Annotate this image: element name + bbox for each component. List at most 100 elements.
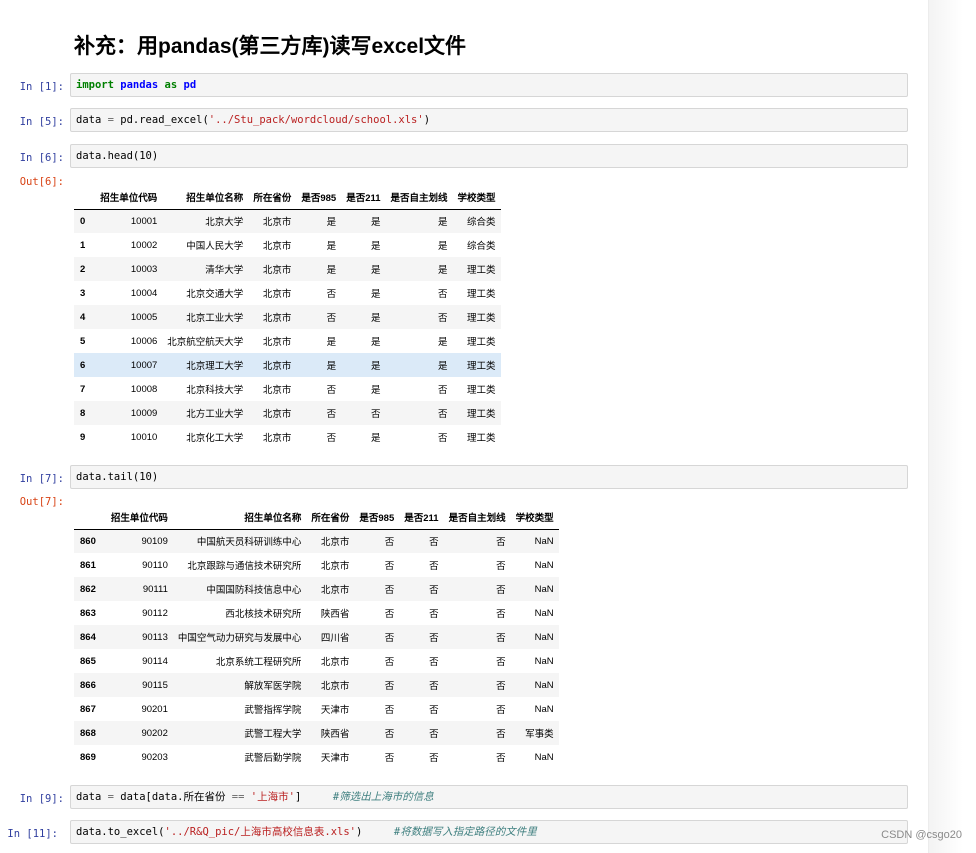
table-cell: 否 xyxy=(384,537,395,549)
code-token: pandas xyxy=(120,79,159,91)
table-cell: 理工类 xyxy=(467,289,496,300)
column-header: 招生单位名称 xyxy=(172,506,307,530)
code-token: import xyxy=(76,79,114,91)
table-cell: 是 xyxy=(438,265,448,276)
table-cell: 武警工程大学 xyxy=(244,729,302,740)
column-header: 学校类型 xyxy=(452,186,501,210)
table-cell: 否 xyxy=(438,289,448,300)
table-cell: 90115 xyxy=(142,679,168,691)
table-cell: 否 xyxy=(429,753,439,764)
table-cell: 北京市 xyxy=(262,241,292,252)
table-row: 8 10009 北方工业大学 北京市 否 否 否 理工类 xyxy=(74,401,501,425)
input-prompt: In [11]: xyxy=(7,828,58,840)
table-cell: 中国航天员科研训练中心 xyxy=(196,537,302,549)
table-cell: 否 xyxy=(429,561,439,572)
table-row: 864 90113 中国空气动力研究与发展中心 四川省 否 否 否 NaN xyxy=(74,625,559,649)
table-cell: 是 xyxy=(438,217,448,229)
table-cell: 否 xyxy=(496,561,506,572)
code-cell-3[interactable]: data.head(10) xyxy=(70,144,908,168)
code-token: data.head(10) xyxy=(76,150,159,162)
table-cell: 军事类 xyxy=(525,729,554,740)
row-index: 3 xyxy=(80,287,86,299)
table-row: 4 10005 北京工业大学 北京市 否 是 否 理工类 xyxy=(74,305,501,329)
table-row: 5 10006 北京航空航天大学 北京市 是 是 是 理工类 xyxy=(74,329,501,353)
output-prompt: Out[6]: xyxy=(19,176,64,188)
table-cell: 西北核技术研究所 xyxy=(225,609,302,620)
table-cell: 北京跟踪与通信技术研究所 xyxy=(187,561,302,572)
code-cell-6[interactable]: data.to_excel('../R&Q_pic/上海市高校信息表.xls')… xyxy=(70,820,908,844)
table-cell: 否 xyxy=(438,385,448,396)
table-cell: 10005 xyxy=(130,311,158,323)
table-cell: 90114 xyxy=(142,655,168,667)
table-cell: 北京交通大学 xyxy=(186,289,244,300)
code-cell-5[interactable]: data = data[data.所在省份 == '上海市'] #筛选出上海市的… xyxy=(70,785,908,809)
table-cell: 北京市 xyxy=(262,337,292,348)
csdn-watermark: CSDN @csgo20 xyxy=(881,829,962,841)
table-cell: 是 xyxy=(326,265,337,276)
table-cell: 10001 xyxy=(130,215,158,227)
table-row: 9 10010 北京化工大学 北京市 否 是 否 理工类 xyxy=(74,425,501,449)
table-cell: 否 xyxy=(429,633,439,644)
column-header: 是否985 xyxy=(354,506,400,530)
table-cell: 北京系统工程研究所 xyxy=(215,657,302,668)
table-row: 869 90203 武警后勤学院 天津市 否 否 否 NaN xyxy=(74,745,559,769)
table-cell: 10009 xyxy=(130,407,158,419)
table-cell: 是 xyxy=(371,313,381,324)
code-cell-2[interactable]: data = pd.read_excel('../Stu_pack/wordcl… xyxy=(70,108,908,132)
table-cell: NaN xyxy=(534,631,554,643)
table-cell: NaN xyxy=(534,679,554,691)
code-token: '../Stu_pack/wordcloud/school.xls' xyxy=(208,114,424,126)
table-cell: 北京化工大学 xyxy=(186,433,244,444)
code-token: ] xyxy=(294,791,333,803)
table-cell: 理工类 xyxy=(467,385,496,396)
row-index: 862 xyxy=(80,583,96,595)
table-row: 866 90115 解放军医学院 北京市 否 否 否 NaN xyxy=(74,673,559,697)
table-cell: 否 xyxy=(384,633,395,644)
column-header xyxy=(74,186,91,210)
table-cell: 90202 xyxy=(141,727,168,739)
table-cell: 否 xyxy=(384,585,395,596)
table-cell: 否 xyxy=(429,585,439,596)
table-cell: 否 xyxy=(384,753,395,764)
table-cell: 武警指挥学院 xyxy=(244,705,302,716)
table-cell: 否 xyxy=(496,633,506,644)
table-cell: 武警后勤学院 xyxy=(244,753,302,764)
table-cell: 否 xyxy=(496,585,506,596)
table-cell: 北京市 xyxy=(320,585,350,596)
table-cell: 否 xyxy=(326,409,337,420)
row-index: 0 xyxy=(80,215,86,227)
table-cell: 北京市 xyxy=(262,217,292,229)
code-cell-4[interactable]: data.tail(10) xyxy=(70,465,908,489)
table-cell: 否 xyxy=(429,537,439,549)
table-cell: NaN xyxy=(534,703,554,715)
table-row: 867 90201 武警指挥学院 天津市 否 否 否 NaN xyxy=(74,697,559,721)
row-index: 1 xyxy=(80,239,86,251)
table-cell: 否 xyxy=(496,705,506,716)
table-cell: 是 xyxy=(326,241,337,252)
code-token: pd.read_excel( xyxy=(113,114,209,126)
table-cell: 理工类 xyxy=(467,265,496,276)
page-title: 补充：用pandas(第三方库)读写excel文件 xyxy=(74,35,467,58)
table-cell: 理工类 xyxy=(467,337,496,348)
code-token: ) xyxy=(423,114,431,126)
table-cell: 否 xyxy=(384,705,395,716)
table-row: 862 90111 中国国防科技信息中心 北京市 否 否 否 NaN xyxy=(74,577,559,601)
table-cell: 否 xyxy=(496,657,506,668)
table-cell: 否 xyxy=(384,609,395,620)
input-prompt: In [7]: xyxy=(19,473,64,485)
table-row: 868 90202 武警工程大学 陕西省 否 否 否 军事类 xyxy=(74,721,559,745)
table-cell: 90201 xyxy=(141,703,168,715)
code-token: '../R&Q_pic/上海市高校信息表.xls' xyxy=(164,826,356,838)
table-cell: 否 xyxy=(384,657,395,668)
table-cell: 否 xyxy=(371,409,381,420)
code-token: ) xyxy=(355,826,394,838)
table-cell: 北京科技大学 xyxy=(186,385,244,396)
code-cell-1[interactable]: import pandas as pd xyxy=(70,73,908,97)
table-row: 6 10007 北京理工大学 北京市 是 是 是 理工类 xyxy=(74,353,501,377)
input-prompt: In [1]: xyxy=(19,81,64,93)
table-cell: 否 xyxy=(438,433,448,444)
table-cell: 北京市 xyxy=(262,433,292,444)
table-cell: 中国国防科技信息中心 xyxy=(206,585,302,596)
table-cell: 否 xyxy=(438,409,448,420)
row-index: 4 xyxy=(80,311,86,323)
